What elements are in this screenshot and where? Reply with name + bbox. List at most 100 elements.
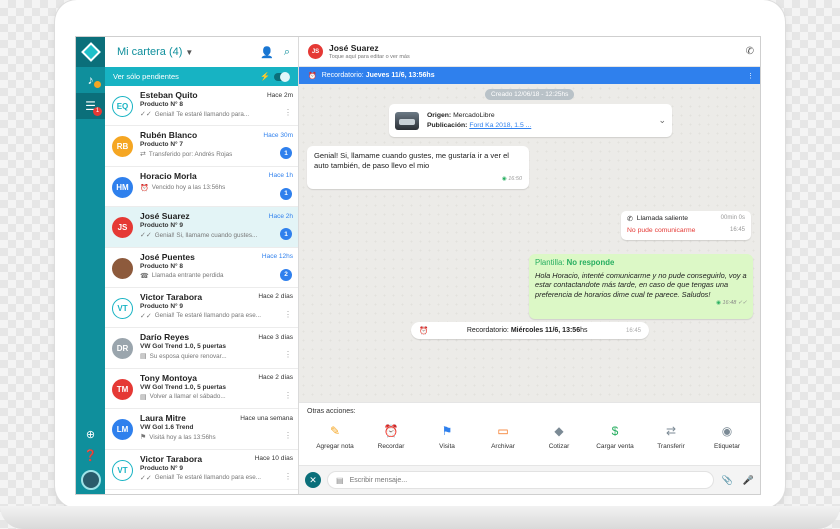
preview-text: Volver a llamar el sábado...: [149, 393, 226, 401]
publication-link[interactable]: Ford Ka 2018, 1.5 ...: [469, 122, 531, 129]
preview-status-icon: ▤: [140, 353, 147, 361]
conversation-item[interactable]: JS José Suarez Hace 2h Producto N° 9 ✓✓ Genia…: [105, 207, 298, 248]
avatar: DR: [112, 338, 133, 360]
contact-name: Horacio Morla: [140, 170, 197, 181]
product-label: Producto N° 8: [140, 101, 184, 108]
more-icon[interactable]: ⋮: [284, 350, 292, 359]
conversation-time: Hace 3 días: [258, 333, 293, 341]
contact-name: Tony Montoya: [140, 372, 197, 383]
app-window: ♪ ☰ 1 ⊕ ❓ Mi cartera (4) ▼ 👤 ⌕ Ver sólo p…: [75, 36, 761, 495]
publication-label: Publicación:: [427, 121, 468, 129]
template-name: No responde: [566, 258, 615, 267]
conversation-item[interactable]: VT Victor Tarabora Hace 2 días Producto N° …: [105, 288, 298, 329]
preview-status-icon: ✓✓: [140, 111, 152, 118]
preview-status-icon: ▤: [140, 393, 147, 401]
template-time: 16:48: [722, 300, 737, 307]
search-icon[interactable]: ⌕: [284, 46, 290, 59]
status-dot: [94, 81, 101, 88]
more-icon[interactable]: ⋮: [284, 472, 292, 481]
action-label: Recordar: [377, 443, 405, 450]
chat-avatar: JS: [308, 44, 323, 59]
clock-icon: ⏰: [308, 72, 317, 80]
pending-filter-label: Ver sólo pendientes: [113, 72, 179, 81]
action-cargar-venta-button[interactable]: $ Cargar venta: [587, 424, 643, 450]
pending-toggle[interactable]: [274, 71, 290, 82]
chevron-down-icon[interactable]: ⌄: [658, 115, 666, 126]
preview-text: Llamada entrante perdida: [151, 272, 224, 280]
car-thumbnail: [395, 111, 419, 130]
conversation-item[interactable]: EQ Esteban Quito Hace 2m Producto N° 8 ✓✓ Gen…: [105, 86, 298, 127]
profile-avatar[interactable]: [80, 470, 101, 490]
avatar: VT: [112, 297, 133, 319]
message-area: Creado 12/06/18 - 12:25hs Origen: Mercad…: [299, 84, 760, 402]
conversation-item[interactable]: VT Victor Tarabora Hace 10 días Producto N°…: [105, 450, 298, 490]
call-time: 16:45: [729, 227, 745, 233]
archive-icon: ▭: [497, 424, 509, 438]
more-icon[interactable]: ⋮: [284, 310, 292, 319]
conversation-time: Hace 2m: [266, 91, 293, 99]
phone-call-icon: ✆: [627, 216, 633, 223]
message-preview: ✓✓ Genial! Te estaré llamando para ese...: [140, 312, 293, 320]
reminder-bar[interactable]: ⏰ Recordatorio: Jueves 11/6, 13:56hs ⋮: [299, 67, 760, 84]
product-label: Producto N° 9: [140, 302, 184, 310]
conversation-item[interactable]: LM Laura Mitre Hace una semana VW Gol 1.6 T…: [105, 409, 298, 450]
call-status: No pude comunicarme: [627, 227, 696, 234]
more-icon[interactable]: ⋮: [284, 431, 292, 440]
more-icon[interactable]: ⋮: [284, 391, 292, 400]
contact-name: José Puentes: [140, 251, 195, 262]
action-archivar-button[interactable]: ▭ Archivar: [475, 424, 531, 450]
origin-label: Origen:: [427, 111, 452, 119]
alarm-icon: ⏰: [383, 424, 399, 438]
conversation-time: Hace 2 días: [258, 293, 293, 301]
add-contact-icon[interactable]: 👤: [260, 46, 274, 59]
rail-bottom: ⊕ ❓: [76, 428, 105, 490]
preview-status-icon: ☎: [140, 272, 149, 280]
microphone-icon[interactable]: 🎤: [743, 475, 754, 486]
attach-icon[interactable]: 📎: [722, 475, 733, 486]
preview-status-icon: ⚑: [140, 434, 147, 442]
message-input[interactable]: ▤ Escribir mensaje...: [327, 471, 714, 489]
chat-header[interactable]: JS José Suarez Toque aquí para editar o …: [299, 37, 760, 67]
conversation-item-body: Darío Reyes Hace 3 días VW Gol Trend 1.0, …: [140, 332, 293, 360]
chat-contact-name: José Suarez: [329, 43, 379, 53]
incoming-message: Genial! Si, llamame cuando gustes, me gu…: [307, 146, 529, 189]
app-logo: [76, 37, 105, 67]
conversation-item[interactable]: DR Darío Reyes Hace 3 días VW Gol Trend 1.0…: [105, 328, 298, 369]
help-icon[interactable]: ❓: [84, 449, 98, 462]
template-message: Plantilla: No responde Hola Horacio, int…: [529, 254, 753, 319]
transfer-icon: ⇄: [665, 424, 677, 438]
conversation-time: Hace 30m: [263, 131, 293, 139]
template-icon[interactable]: ▤: [336, 476, 344, 485]
reminder-pill: ⏰ Recordatorio: Miércoles 11/6, 13:56hs …: [411, 322, 649, 339]
conversation-item[interactable]: HM Horacio Morla Hace 1h ⏰ Vencido hoy a las…: [105, 167, 298, 208]
origin-card[interactable]: Origen: MercadoLibre Publicación: Ford K…: [389, 104, 672, 137]
phone-icon[interactable]: ✆: [746, 46, 754, 57]
action-agregar-nota-button[interactable]: ✎ Agregar nota: [307, 424, 363, 450]
action-recordar-button[interactable]: ⏰ Recordar: [363, 424, 419, 450]
incoming-message-time: ◉ 16:50: [314, 174, 522, 184]
close-button[interactable]: ✕: [305, 472, 321, 488]
more-icon[interactable]: ⋮: [284, 108, 292, 117]
reminder-bar-value: Jueves 11/6, 13:56hs: [365, 72, 435, 79]
contact-name: Rubén Blanco: [140, 130, 198, 141]
avatar: LM: [112, 419, 133, 441]
action-etiquetar-button[interactable]: ◉ Etiquetar: [699, 424, 755, 450]
action-cotizar-button[interactable]: ◆ Cotizar: [531, 424, 587, 450]
conversation-item[interactable]: TM Tony Montoya Hace 2 días VW Gol Trend 1.…: [105, 369, 298, 410]
rail-account-button[interactable]: ♪: [76, 67, 105, 93]
preview-text: Vencido hoy a las 13:56hs: [151, 184, 226, 192]
unread-badge: 2: [280, 268, 292, 281]
product-label: Producto N° 9: [140, 222, 184, 230]
action-transferir-button[interactable]: ⇄ Transferir: [643, 424, 699, 450]
action-visita-button[interactable]: ⚑ Visita: [419, 424, 475, 450]
conversation-item[interactable]: RB Rubén Blanco Hace 30m Producto N° 7 ⇄ Tran…: [105, 126, 298, 167]
more-vert-icon[interactable]: ⋮: [747, 72, 754, 80]
action-label: Visita: [439, 443, 455, 450]
conversation-item[interactable]: José Puentes Hace 12hs Producto N° 8 ☎ Llama…: [105, 248, 298, 288]
rail-conversations-button[interactable]: ☰ 1: [76, 93, 105, 119]
reminder-pill-suffix: hs: [580, 327, 588, 334]
portfolio-selector[interactable]: Mi cartera (4) ▼: [117, 46, 250, 58]
call-duration: 00min 0s: [720, 215, 745, 221]
globe-icon[interactable]: ⊕: [86, 428, 95, 441]
action-label: Cargar venta: [596, 443, 634, 450]
